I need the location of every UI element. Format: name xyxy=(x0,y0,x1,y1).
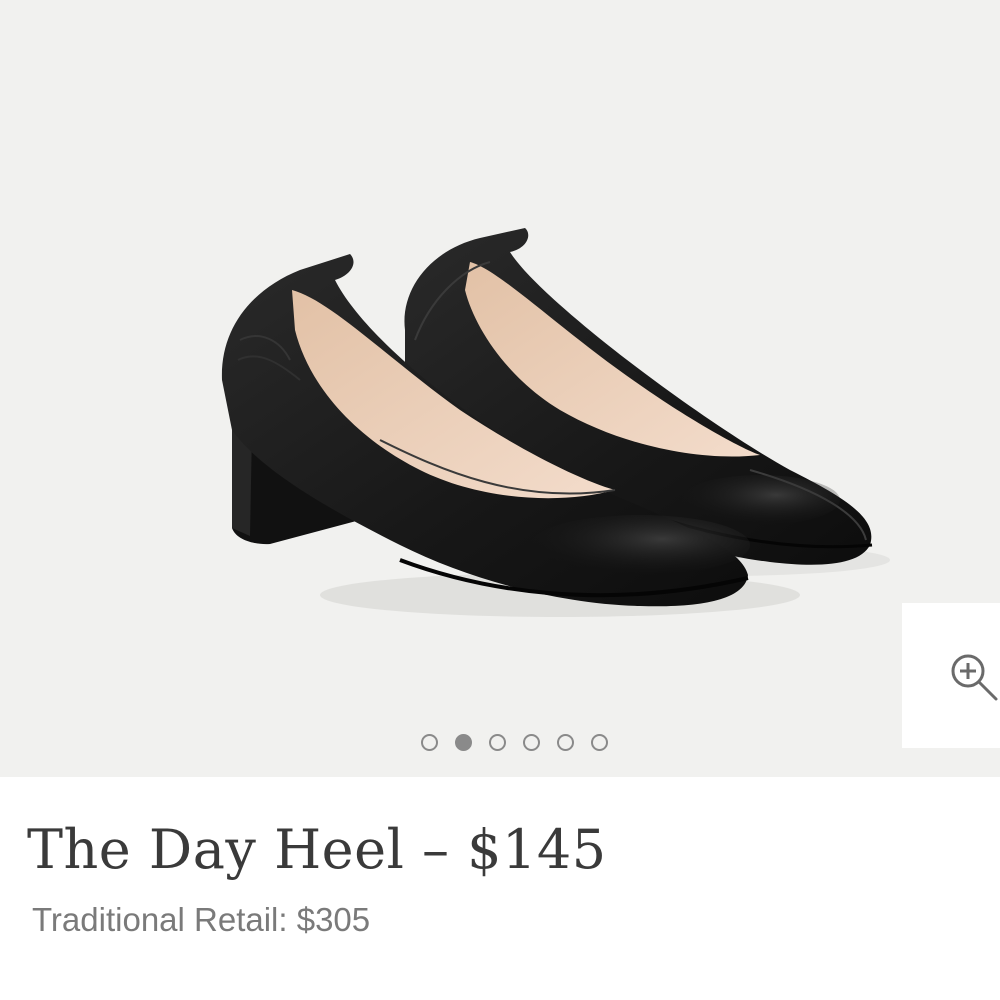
traditional-retail-price: Traditional Retail: $305 xyxy=(32,901,371,938)
product-image-gallery[interactable] xyxy=(0,0,1000,777)
product-image xyxy=(221,228,890,617)
carousel-dot-4[interactable] xyxy=(523,733,540,751)
carousel-dot-6[interactable] xyxy=(591,733,608,751)
zoom-in-icon xyxy=(951,654,998,701)
carousel-dot-2[interactable] xyxy=(455,733,472,751)
zoom-button[interactable] xyxy=(902,603,1000,748)
carousel-dot-1[interactable] xyxy=(421,733,438,751)
truncated-description xyxy=(34,990,334,1000)
carousel-dots xyxy=(421,731,608,753)
carousel-dot-3[interactable] xyxy=(489,733,506,751)
product-page: The Day Heel – $145 Traditional Retail: … xyxy=(0,0,1000,1000)
product-title: The Day Heel – $145 xyxy=(27,818,607,881)
carousel-dot-5[interactable] xyxy=(557,733,574,751)
